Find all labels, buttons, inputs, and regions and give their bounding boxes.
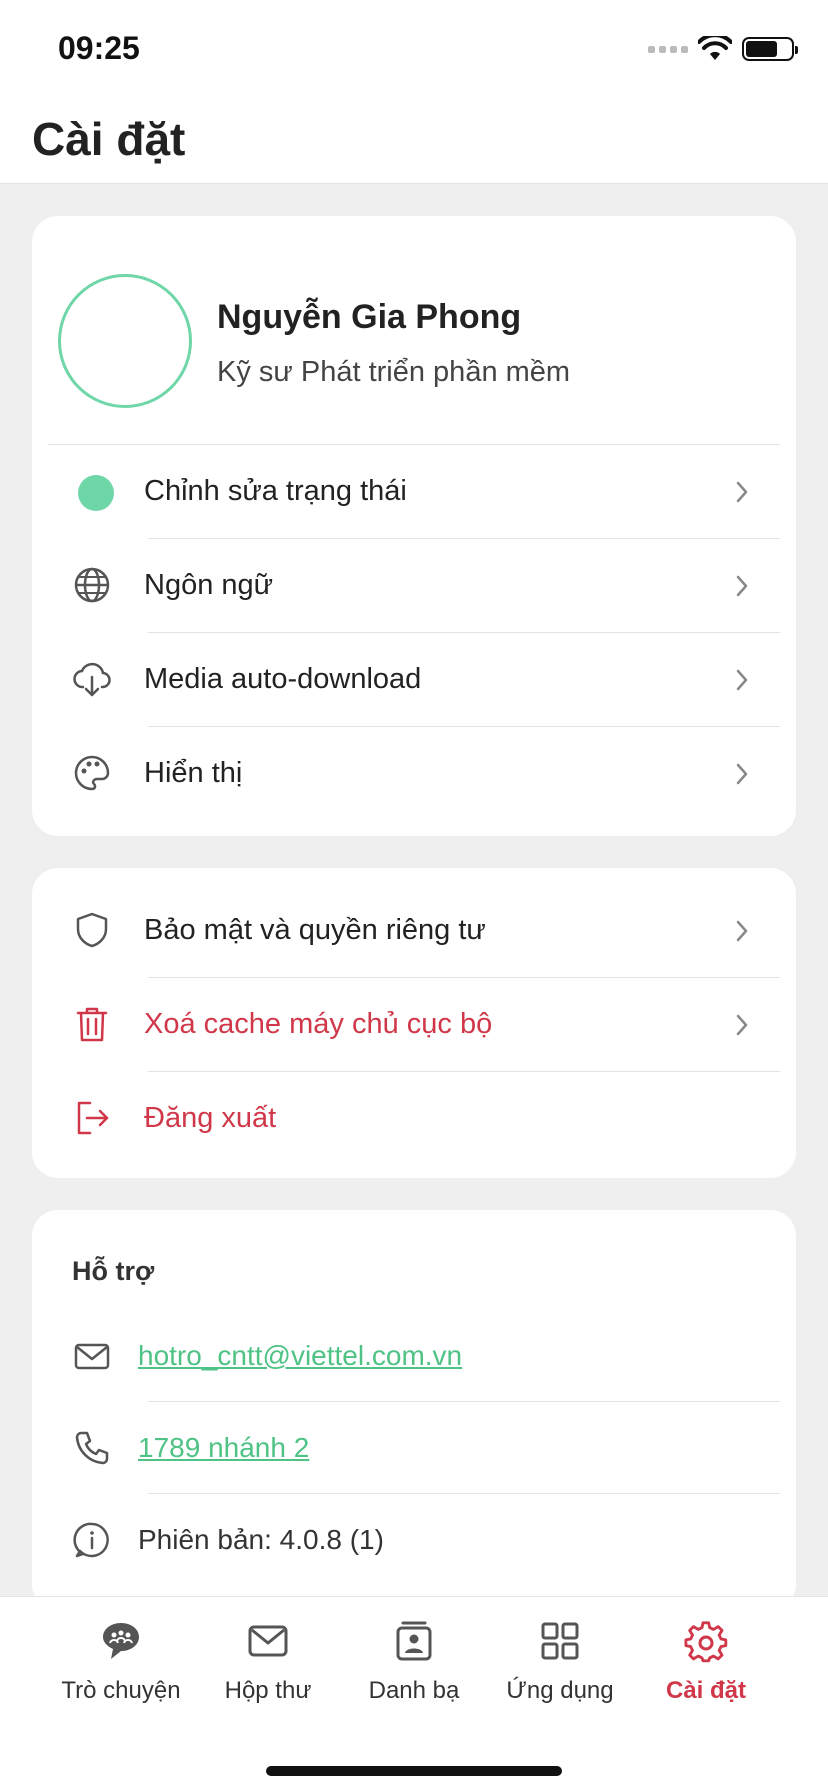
cloud-download-icon: [73, 662, 111, 697]
media-auto-download-label: Media auto-download: [144, 663, 422, 695]
version-text: Phiên bản: 4.0.8 (1): [138, 1524, 384, 1555]
tab-settings-label: Cài đặt: [665, 1677, 746, 1704]
chevron-right-icon: [736, 920, 748, 942]
phone-icon: [75, 1431, 109, 1465]
info-icon: [73, 1522, 109, 1558]
support-phone-row[interactable]: 1789 nhánh 2: [32, 1402, 796, 1494]
tab-bar: Trò chuyện Hộp thư Danh bạ Ứng dụng Cài …: [0, 1596, 828, 1792]
support-phone-link[interactable]: 1789 nhánh 2: [138, 1432, 309, 1464]
status-dot-icon: [78, 475, 114, 511]
chevron-right-icon: [736, 1014, 748, 1036]
tab-chat-label: Trò chuyện: [61, 1677, 181, 1704]
profile-card: Nguyễn Gia Phong Kỹ sư Phát triển phần m…: [32, 216, 796, 836]
status-bar: 09:25: [0, 0, 828, 100]
battery-icon: [742, 37, 798, 61]
account-card: Bảo mật và quyền riêng tư Xoá cache máy …: [32, 868, 796, 1178]
chevron-right-icon: [736, 481, 748, 503]
mail-icon: [74, 1343, 110, 1370]
media-auto-download-row[interactable]: Media auto-download: [32, 633, 796, 727]
signal-icon: [648, 45, 688, 53]
version-row: Phiên bản: 4.0.8 (1): [32, 1494, 796, 1586]
logout-label: Đăng xuất: [144, 1102, 277, 1134]
profile-header[interactable]: Nguyễn Gia Phong Kỹ sư Phát triển phần m…: [32, 216, 796, 444]
status-time: 09:25: [58, 30, 140, 66]
tab-apps[interactable]: Ứng dụng: [485, 1619, 635, 1719]
tab-contacts-label: Danh bạ: [368, 1677, 460, 1704]
chevron-right-icon: [736, 763, 748, 785]
tab-contacts[interactable]: Danh bạ: [339, 1619, 489, 1719]
palette-icon: [74, 755, 110, 791]
apps-grid-icon: [541, 1622, 579, 1660]
trash-icon: [76, 1007, 108, 1042]
edit-status-label: Chỉnh sửa trạng thái: [144, 475, 407, 507]
logout-row[interactable]: Đăng xuất: [32, 1072, 796, 1166]
tab-mail-label: Hộp thư: [224, 1677, 312, 1704]
chat-icon: [103, 1623, 139, 1659]
support-title: Hỗ trợ: [72, 1256, 155, 1286]
tab-settings[interactable]: Cài đặt: [631, 1619, 781, 1719]
logout-icon: [77, 1101, 109, 1135]
support-email-row[interactable]: hotro_cntt@viettel.com.vn: [32, 1310, 796, 1402]
contacts-icon: [396, 1621, 432, 1661]
display-label: Hiển thị: [144, 757, 243, 789]
edit-status-row[interactable]: Chỉnh sửa trạng thái: [32, 445, 796, 539]
tab-chat[interactable]: Trò chuyện: [46, 1619, 196, 1719]
chevron-right-icon: [736, 669, 748, 691]
support-email-link[interactable]: hotro_cntt@viettel.com.vn: [138, 1340, 462, 1372]
globe-icon: [74, 567, 110, 603]
clear-cache-label: Xoá cache máy chủ cục bộ: [144, 1008, 493, 1040]
mail-icon: [248, 1625, 288, 1657]
wifi-icon: [698, 36, 732, 60]
language-row[interactable]: Ngôn ngữ: [32, 539, 796, 633]
gear-icon: [684, 1621, 728, 1663]
support-card: Hỗ trợ hotro_cntt@viettel.com.vn 1789 nh…: [32, 1210, 796, 1610]
profile-name: Nguyễn Gia Phong: [217, 298, 522, 336]
shield-icon: [76, 912, 108, 948]
status-icons: [648, 36, 798, 62]
header: Cài đặt: [0, 100, 828, 184]
display-row[interactable]: Hiển thị: [32, 727, 796, 821]
security-privacy-row[interactable]: Bảo mật và quyền riêng tư: [32, 884, 796, 978]
language-label: Ngôn ngữ: [144, 569, 274, 601]
avatar[interactable]: [58, 274, 192, 408]
security-privacy-label: Bảo mật và quyền riêng tư: [144, 914, 486, 946]
page-title: Cài đặt: [32, 113, 186, 165]
chevron-right-icon: [736, 575, 748, 597]
tab-apps-label: Ứng dụng: [506, 1677, 614, 1704]
profile-role: Kỹ sư Phát triển phần mềm: [217, 356, 571, 388]
clear-cache-row[interactable]: Xoá cache máy chủ cục bộ: [32, 978, 796, 1072]
tab-mail[interactable]: Hộp thư: [193, 1619, 343, 1719]
home-indicator: [266, 1766, 562, 1776]
